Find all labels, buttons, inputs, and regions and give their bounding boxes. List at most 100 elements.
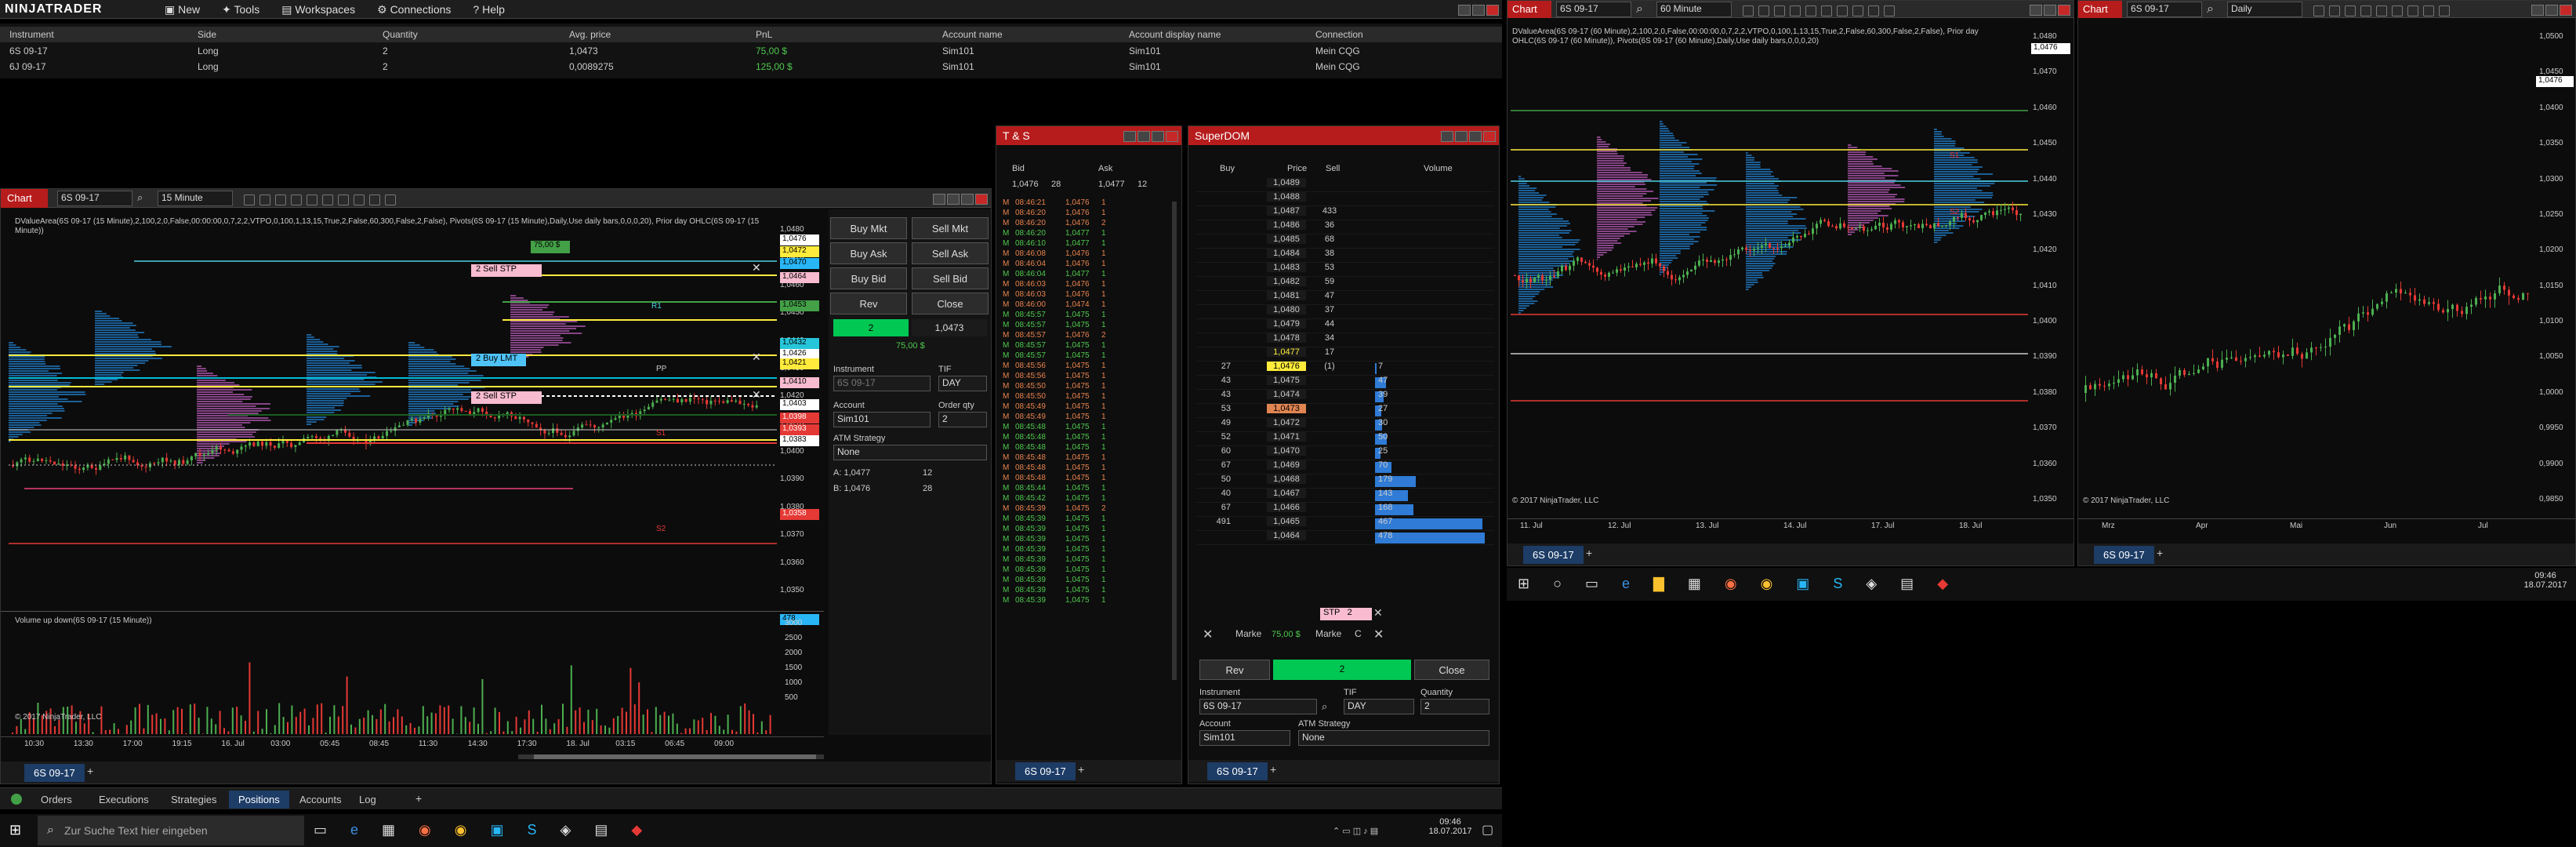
chart1-interval-select[interactable]: 15 Minute [158, 191, 233, 206]
notepad-icon[interactable]: ▤ [1900, 576, 1914, 592]
link-icon[interactable] [1441, 130, 1453, 142]
col-instrument[interactable]: Instrument [9, 29, 54, 40]
cancel-order-icon[interactable]: ✕ [752, 351, 761, 364]
cancel-order-icon[interactable]: ✕ [752, 261, 761, 274]
table-row[interactable]: 6S 09-17 Long 2 1,0473 75,00 $ Sim101 Si… [0, 45, 1502, 61]
zoom-in-icon[interactable] [1774, 5, 1785, 16]
table-row[interactable]: 1,0482 59 [1196, 277, 1494, 291]
table-row[interactable]: 49 1,0472 30 [1196, 418, 1494, 432]
table-row[interactable]: 1,0488 [1196, 192, 1494, 206]
strategies-icon[interactable] [2423, 5, 2434, 16]
table-row[interactable]: 1,0479 44 [1196, 319, 1494, 333]
minimize-icon[interactable] [1458, 4, 1471, 16]
chart2-price-panel[interactable]: S1S2 [1511, 24, 2028, 518]
menu-workspaces[interactable]: ▤ Workspaces [281, 3, 355, 16]
chart-trader-icon[interactable] [1868, 5, 1879, 16]
cancel-order-icon[interactable]: ✕ [752, 388, 761, 402]
sell-ask-button[interactable]: Sell Ask [912, 242, 989, 264]
app-icon[interactable]: ▣ [1796, 576, 1809, 592]
taskbar-clock[interactable]: 09:46 18.07.2017 [1427, 817, 1474, 836]
pencil-icon[interactable] [259, 194, 270, 205]
maximize-icon[interactable] [1469, 130, 1482, 142]
col-pnl[interactable]: PnL [756, 29, 772, 40]
cancel-all-icon[interactable]: ✕ [1203, 627, 1213, 642]
minimize-icon[interactable] [2531, 4, 2544, 16]
order-sell-stp-1[interactable]: 2 Sell STP [471, 264, 542, 277]
menu-tools[interactable]: ✦ Tools [222, 3, 259, 16]
chart2-price-axis[interactable]: 1,0480 1,0470 1,0460 1,0450 1,0440 1,0430 1,04… [2030, 24, 2073, 526]
chart3-interval-select[interactable]: Daily [2227, 2, 2302, 17]
table-row[interactable]: 27 1,0476 (1) 7 [1196, 362, 1494, 376]
chart3-price-axis[interactable]: 1,0500 1,0450 1,0400 1,0350 1,0300 1,0250 1,02… [2536, 24, 2575, 526]
bar-type-icon[interactable] [2313, 5, 2324, 16]
buy-bid-button[interactable]: Buy Bid [830, 267, 907, 289]
chart2-instrument-select[interactable]: 6S 09-17 [1556, 2, 1631, 17]
zoom-out-icon[interactable] [1790, 5, 1801, 16]
maximize-icon[interactable] [1152, 130, 1164, 142]
table-row[interactable]: 1,0485 68 [1196, 234, 1494, 249]
bar-type-icon[interactable] [244, 194, 255, 205]
maximize-icon[interactable] [2044, 4, 2056, 16]
task-view-icon[interactable]: ▭ [314, 822, 327, 838]
data-box-icon[interactable] [385, 194, 396, 205]
table-row[interactable]: 50 1,0468 179 [1196, 474, 1494, 489]
zoom-out-icon[interactable] [291, 194, 302, 205]
ninjatrader-icon[interactable]: ◆ [1937, 576, 1948, 592]
search-icon[interactable]: ⌕ [137, 191, 143, 204]
dom-stp-order[interactable]: STP 2 [1320, 608, 1372, 620]
notifications-icon[interactable]: ▢ [1482, 822, 1493, 838]
table-row[interactable]: 1,0483 53 [1196, 263, 1494, 277]
atm-strategy-select[interactable]: None [1298, 730, 1489, 746]
chrome-icon[interactable]: ◉ [455, 822, 467, 838]
maximize-icon[interactable] [961, 193, 974, 205]
order-sell-stp-2[interactable]: 2 Sell STP [471, 391, 542, 404]
task-view-icon[interactable]: ▭ [1585, 576, 1598, 592]
close-icon[interactable] [2058, 4, 2070, 16]
indicators-icon[interactable] [2407, 5, 2418, 16]
chart1-time-axis[interactable]: 10:30 13:30 17:00 19:15 16. Jul 03:00 05:45 08:… [1, 736, 824, 752]
chart1-scrollbar[interactable] [518, 754, 824, 759]
col-account-display-name[interactable]: Account display name [1129, 29, 1221, 40]
app-icon[interactable]: ◈ [561, 822, 571, 838]
table-row[interactable]: 43 1,0475 47 [1196, 376, 1494, 390]
add-tab-icon[interactable]: + [1586, 547, 1592, 559]
buy-ask-button[interactable]: Buy Ask [830, 242, 907, 264]
menu-help[interactable]: ? Help [473, 3, 504, 16]
edge-icon[interactable]: e [1622, 576, 1630, 592]
tab-log[interactable]: Log [350, 791, 386, 809]
atm-strategy-select[interactable]: None [833, 445, 987, 460]
properties-icon[interactable] [307, 194, 317, 205]
dom-c-button[interactable]: C [1355, 628, 1362, 639]
order-buy-lmt[interactable]: 2 Buy LMT [471, 354, 526, 366]
table-row[interactable]: 1,0464 478 [1196, 531, 1494, 545]
menu-new[interactable]: ▣ New [165, 3, 200, 16]
tab-6s-09-17[interactable]: 6S 09-17 [1207, 762, 1268, 780]
table-row[interactable]: 1,0477 17 [1196, 347, 1494, 362]
tif-select[interactable]: DAY [938, 376, 987, 391]
table-row[interactable]: 52 1,0471 50 [1196, 432, 1494, 446]
tif-select[interactable]: DAY [1344, 699, 1414, 714]
chart-trader-icon[interactable] [354, 194, 365, 205]
sell-bid-button[interactable]: Sell Bid [912, 267, 989, 289]
tab-6s-09-17[interactable]: 6S 09-17 [1015, 762, 1076, 780]
volume-panel[interactable] [9, 624, 777, 742]
sell-mkt-button[interactable]: Sell Mkt [912, 217, 989, 239]
app-icon[interactable]: ▣ [490, 822, 503, 838]
maximize-icon[interactable] [1472, 4, 1485, 16]
indicators-icon[interactable] [322, 194, 333, 205]
restore-icon[interactable] [933, 193, 945, 205]
order-qty-stepper[interactable]: 2 [938, 412, 987, 427]
table-row[interactable]: 1,0481 47 [1196, 291, 1494, 305]
windows-start-icon[interactable]: ⊞ [9, 822, 21, 838]
instrument-select[interactable]: 6S 09-17 [833, 376, 931, 391]
table-row[interactable]: 1,0480 37 [1196, 305, 1494, 319]
table-row[interactable]: 60 1,0470 25 [1196, 446, 1494, 460]
chart2-time-axis[interactable]: 11. Jul 12. Jul 13. Jul 14. Jul 17. Jul 18. J… [1508, 518, 2073, 534]
minimize-icon[interactable] [947, 193, 960, 205]
chart1-price-panel[interactable]: R1 PP S1 S2 [9, 230, 824, 606]
firefox-icon[interactable]: ◉ [1725, 576, 1737, 592]
bar-type-icon[interactable] [1743, 5, 1754, 16]
table-row[interactable]: 43 1,0474 39 [1196, 390, 1494, 404]
table-row[interactable]: 53 1,0473 27 [1196, 404, 1494, 418]
tab-6s-09-17[interactable]: 6S 09-17 [1523, 546, 1584, 564]
